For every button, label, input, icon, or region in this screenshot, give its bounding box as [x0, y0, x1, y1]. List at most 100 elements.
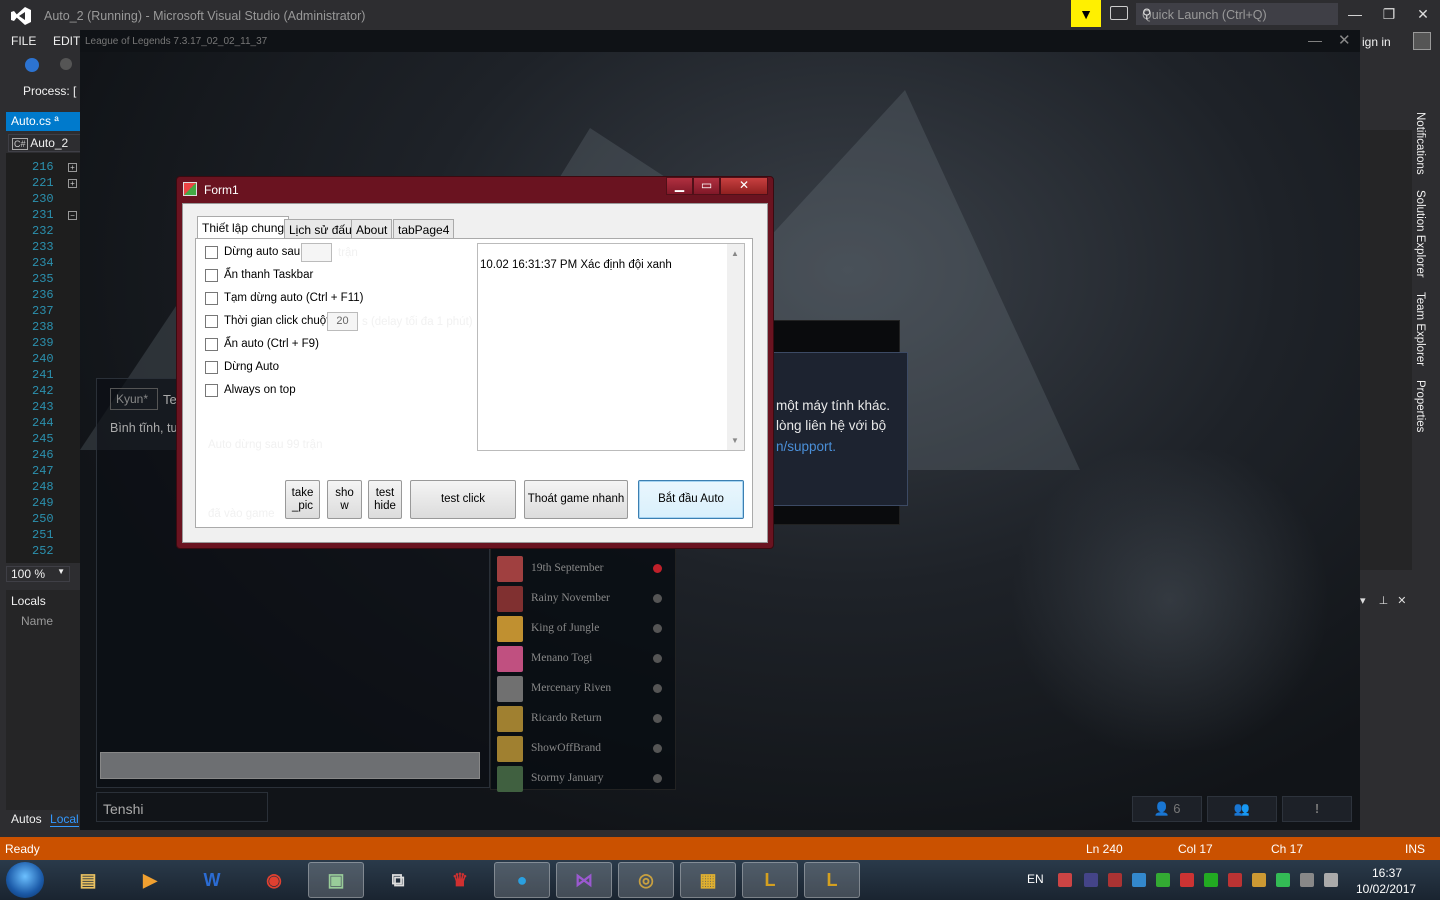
process-dropdown[interactable]: [: [73, 84, 76, 98]
minimize-button[interactable]: —: [1344, 4, 1366, 24]
menu-file[interactable]: FILE: [11, 34, 36, 48]
media-player-classic-icon[interactable]: ⧉: [370, 862, 426, 898]
scroll-up-icon[interactable]: ▲: [731, 249, 739, 258]
league-client-icon-2[interactable]: L: [804, 862, 860, 898]
quick-launch-input[interactable]: Quick Launch (Ctrl+Q) ⚲: [1136, 3, 1338, 25]
fold-collapse-icon[interactable]: −: [68, 211, 77, 220]
monitor-app-icon[interactable]: ▣: [308, 862, 364, 898]
breadcrumb[interactable]: C# Auto_2: [8, 134, 82, 152]
checkbox-box[interactable]: [205, 315, 218, 328]
friend-row[interactable]: King of Jungle: [497, 614, 669, 642]
start-button[interactable]: [6, 862, 44, 898]
tab-match-history[interactable]: Lịch sử đấu: [284, 219, 357, 239]
league-minimize-button[interactable]: —: [1308, 32, 1322, 48]
friend-row[interactable]: ShowOffBrand: [497, 734, 669, 762]
chat-input[interactable]: [100, 752, 480, 779]
checkbox-box[interactable]: [205, 292, 218, 305]
chat-name-tag[interactable]: Kyun*: [110, 388, 158, 410]
clock-time[interactable]: 16:37: [1372, 866, 1402, 880]
tray-app-icon[interactable]: [1108, 873, 1122, 887]
pin-icon[interactable]: ⊥: [1379, 595, 1389, 607]
account-icon[interactable]: [1413, 32, 1431, 50]
tray-app-icon[interactable]: [1276, 873, 1290, 887]
friend-row[interactable]: 19th September: [497, 554, 669, 582]
tray-app-icon[interactable]: [1204, 873, 1218, 887]
tab-page4[interactable]: tabPage4: [393, 219, 455, 239]
navigate-back-icon[interactable]: [25, 58, 39, 72]
form1-close-button[interactable]: ✕: [720, 177, 768, 195]
pin-icon[interactable]: ª: [54, 114, 58, 128]
form-app-icon[interactable]: ▦: [680, 862, 736, 898]
language-indicator[interactable]: EN: [1027, 872, 1044, 886]
quit-game-fast-button[interactable]: Thoát game nhanh: [524, 480, 628, 519]
start-auto-button[interactable]: Bắt đầu Auto: [638, 480, 744, 519]
log-textbox[interactable]: [477, 243, 745, 451]
take-pic-button[interactable]: take _pic: [285, 480, 320, 519]
scroll-down-icon[interactable]: ▼: [731, 436, 739, 445]
support-link[interactable]: n/support.: [776, 439, 836, 454]
media-player-icon[interactable]: ▶: [122, 862, 178, 898]
checkbox-box[interactable]: [205, 361, 218, 374]
tray-app-icon[interactable]: [1058, 873, 1072, 887]
checkbox-box[interactable]: [205, 384, 218, 397]
tab-autos[interactable]: Autos: [6, 812, 47, 826]
right-panel-scroll[interactable]: [1360, 130, 1412, 570]
group-button[interactable]: 👥: [1207, 796, 1277, 822]
feedback-icon[interactable]: [1110, 6, 1128, 20]
navigate-forward-icon[interactable]: [60, 58, 72, 70]
tray-app-icon[interactable]: [1180, 873, 1194, 887]
volume-icon[interactable]: [1324, 873, 1338, 887]
click-delay-input[interactable]: 20: [327, 312, 358, 331]
show-button[interactable]: sho w: [327, 480, 362, 519]
tab-about[interactable]: About: [351, 219, 393, 239]
tray-app-icon[interactable]: [1156, 873, 1170, 887]
form1-minimize-button[interactable]: ▁: [666, 177, 693, 195]
friend-row[interactable]: Ricardo Return: [497, 704, 669, 732]
tab-general-settings[interactable]: Thiết lập chung: [197, 216, 290, 239]
notification-flag-icon[interactable]: ▼: [1071, 0, 1101, 27]
close-button[interactable]: ✕: [1412, 4, 1434, 24]
friend-row[interactable]: Mercenary Riven: [497, 674, 669, 702]
test-click-button[interactable]: test click: [410, 480, 516, 519]
chat-app-icon[interactable]: ●: [494, 862, 550, 898]
fold-expand-icon[interactable]: +: [68, 179, 77, 188]
league-launcher-icon[interactable]: ◎: [618, 862, 674, 898]
match-count-input[interactable]: [301, 243, 332, 262]
clock-date[interactable]: 10/02/2017: [1356, 882, 1416, 896]
tray-app-icon[interactable]: [1252, 873, 1266, 887]
friend-row[interactable]: Stormy January: [497, 764, 669, 792]
test-hide-button[interactable]: test hide: [368, 480, 402, 519]
friend-row[interactable]: Rainy November: [497, 584, 669, 612]
visual-studio-taskbar-icon[interactable]: ⋈: [556, 862, 612, 898]
form1-maximize-button[interactable]: ▭: [693, 177, 720, 195]
side-tab-notifications[interactable]: Notifications: [1414, 112, 1426, 175]
chrome-icon[interactable]: ◉: [246, 862, 302, 898]
side-tab-team-explorer[interactable]: Team Explorer: [1414, 292, 1426, 366]
network-icon[interactable]: [1300, 873, 1314, 887]
sign-in-link[interactable]: ign in: [1362, 35, 1391, 49]
alert-button[interactable]: !: [1282, 796, 1352, 822]
tray-app-icon[interactable]: [1228, 873, 1242, 887]
friend-row[interactable]: Menano Togi: [497, 644, 669, 672]
tab-auto-cs[interactable]: Auto.cs ª: [6, 112, 82, 131]
tab-locals[interactable]: Local: [50, 812, 79, 827]
league-client-icon[interactable]: L: [742, 862, 798, 898]
side-tab-properties[interactable]: Properties: [1414, 380, 1426, 432]
log-scrollbar[interactable]: [727, 244, 744, 450]
tray-app-icon[interactable]: [1132, 873, 1146, 887]
checkbox-box[interactable]: [205, 246, 218, 259]
app-red-icon[interactable]: ♛: [432, 862, 488, 898]
zoom-dropdown[interactable]: 100 % ▼: [6, 566, 70, 582]
tray-app-icon[interactable]: [1084, 873, 1098, 887]
chevron-down-icon[interactable]: ▾: [1360, 595, 1366, 607]
explorer-icon[interactable]: ▤: [60, 862, 116, 898]
friends-count-button[interactable]: 👤 6: [1132, 796, 1202, 822]
side-tab-solution-explorer[interactable]: Solution Explorer: [1414, 190, 1426, 278]
menu-edit[interactable]: EDIT: [53, 34, 80, 48]
restore-button[interactable]: ❐: [1378, 4, 1400, 24]
word-icon[interactable]: W: [184, 862, 240, 898]
league-close-button[interactable]: ✕: [1338, 31, 1351, 49]
checkbox-box[interactable]: [205, 338, 218, 351]
close-icon[interactable]: ✕: [1397, 595, 1406, 607]
fold-expand-icon[interactable]: +: [68, 163, 77, 172]
